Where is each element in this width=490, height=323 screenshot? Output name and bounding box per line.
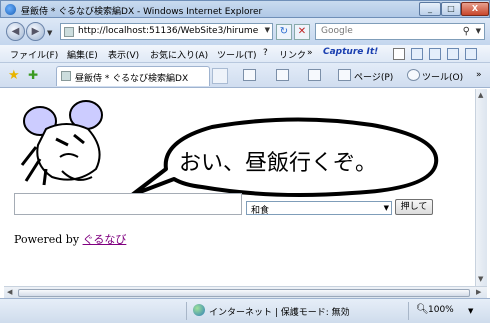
address-url[interactable]: http://localhost:51136/WebSite3/hirumesh… — [78, 26, 258, 36]
capture-it-button[interactable]: Capture It! — [323, 47, 378, 57]
gurunavi-link[interactable]: ぐるなび — [83, 233, 127, 246]
horizontal-scrollbar[interactable]: ◀ ▶ — [4, 286, 487, 298]
title-bar: 昼飯侍 * ぐるなび検索編DX - Windows Internet Explo… — [0, 0, 490, 18]
search-dropdown-icon[interactable]: ▼ — [476, 27, 481, 35]
ie-icon — [5, 4, 16, 15]
recent-pages-dropdown[interactable]: ▼ — [47, 29, 52, 37]
status-bar: インターネット | 保護モード: 無効 🔍︎ 100% ▼ — [0, 298, 490, 323]
genre-select[interactable]: 和食 ▼ — [246, 201, 392, 216]
page-menu[interactable]: ページ(P) — [354, 70, 393, 83]
home-icon[interactable] — [243, 69, 256, 81]
search-box[interactable]: Google ⚲ ▼ — [315, 23, 485, 40]
capture-region-icon[interactable] — [447, 48, 459, 60]
menu-tools[interactable]: ツール(T) — [217, 48, 257, 61]
menu-edit[interactable]: 編集(E) — [67, 48, 98, 61]
speech-text: おい、昼飯行くぞ。 — [179, 151, 378, 176]
scroll-up-icon[interactable]: ▲ — [478, 91, 483, 99]
scroll-down-icon[interactable]: ▼ — [478, 275, 483, 283]
genre-select-value[interactable]: 和食 — [251, 203, 269, 216]
chevron-down-icon[interactable]: ▼ — [384, 204, 389, 212]
new-tab-button[interactable] — [212, 68, 228, 84]
menu-help[interactable]: ? — [263, 48, 268, 58]
page-icon[interactable] — [429, 48, 441, 60]
stop-icon[interactable]: ✕ — [294, 24, 310, 40]
settings-icon[interactable] — [465, 48, 477, 60]
page-content: おい、昼飯行くぞ。 和食 ▼ 押して Powered by ぐるなび — [4, 89, 475, 286]
status-divider — [186, 302, 187, 320]
links-more[interactable]: » — [307, 48, 313, 58]
command-more[interactable]: » — [476, 70, 482, 80]
window-title: 昼飯侍 * ぐるなび検索編DX - Windows Internet Explo… — [21, 7, 263, 17]
page-menu-icon[interactable] — [338, 69, 351, 81]
menu-file[interactable]: ファイル(F) — [10, 48, 58, 61]
scroll-left-icon[interactable]: ◀ — [7, 288, 12, 296]
security-zone-text: インターネット | 保護モード: 無効 — [209, 308, 350, 318]
tab-label[interactable]: 昼飯侍 * ぐるなび検索編DX — [75, 71, 188, 84]
powered-prefix: Powered by — [14, 233, 83, 246]
status-divider — [408, 302, 409, 320]
page-favicon-icon — [64, 27, 74, 37]
scroll-right-icon[interactable]: ▶ — [476, 288, 481, 296]
internet-zone-icon — [193, 304, 205, 316]
search-icon[interactable]: ⚲ — [463, 26, 470, 37]
address-dropdown-icon[interactable]: ▼ — [265, 26, 270, 34]
tab-active[interactable]: 昼飯侍 * ぐるなび検索編DX — [56, 66, 210, 86]
menu-view[interactable]: 表示(V) — [108, 48, 139, 61]
tools-menu[interactable]: ツール(O) — [422, 70, 463, 83]
powered-by: Powered by ぐるなび — [14, 231, 126, 247]
forward-button[interactable]: ▶ — [26, 22, 45, 41]
add-favorite-icon[interactable]: ✚ — [28, 68, 38, 82]
vertical-scrollbar[interactable]: ▲ ▼ — [475, 89, 487, 286]
maximize-button[interactable]: □ — [441, 2, 461, 16]
window-icon[interactable] — [411, 48, 423, 60]
menu-favorites[interactable]: お気に入り(A) — [150, 48, 208, 61]
scissors-icon[interactable] — [393, 48, 405, 60]
tab-row: ★ ✚ 昼飯侍 * ぐるなび検索編DX ページ(P) ツール(O) » — [0, 63, 490, 88]
horizontal-scroll-thumb[interactable] — [18, 289, 470, 297]
address-row: ◀ ▶ ▼ http://localhost:51136/WebSite3/hi… — [0, 18, 490, 45]
favorites-star-icon[interactable]: ★ — [8, 68, 20, 83]
mouse-mascot-image — [20, 100, 103, 186]
keyword-input[interactable] — [14, 193, 242, 215]
refresh-icon[interactable]: ↻ — [276, 24, 292, 40]
zoom-level[interactable]: 100% — [428, 305, 454, 315]
address-bar[interactable]: http://localhost:51136/WebSite3/hirumesh… — [60, 23, 273, 40]
close-button[interactable]: X — [461, 2, 489, 16]
zoom-dropdown-icon[interactable]: ▼ — [468, 307, 473, 315]
submit-button[interactable]: 押して — [395, 199, 433, 215]
tab-favicon-icon — [61, 71, 71, 81]
links-label[interactable]: リンク — [279, 48, 306, 61]
menu-bar: ファイル(F) 編集(E) 表示(V) お気に入り(A) ツール(T) ? リン… — [0, 45, 490, 63]
zoom-icon[interactable]: 🔍︎ — [416, 304, 429, 315]
gear-icon[interactable] — [407, 69, 420, 81]
back-button[interactable]: ◀ — [6, 22, 25, 41]
feeds-icon[interactable] — [276, 69, 289, 81]
print-icon[interactable] — [308, 69, 321, 81]
minimize-button[interactable]: _ — [419, 2, 441, 16]
search-placeholder[interactable]: Google — [321, 26, 353, 36]
